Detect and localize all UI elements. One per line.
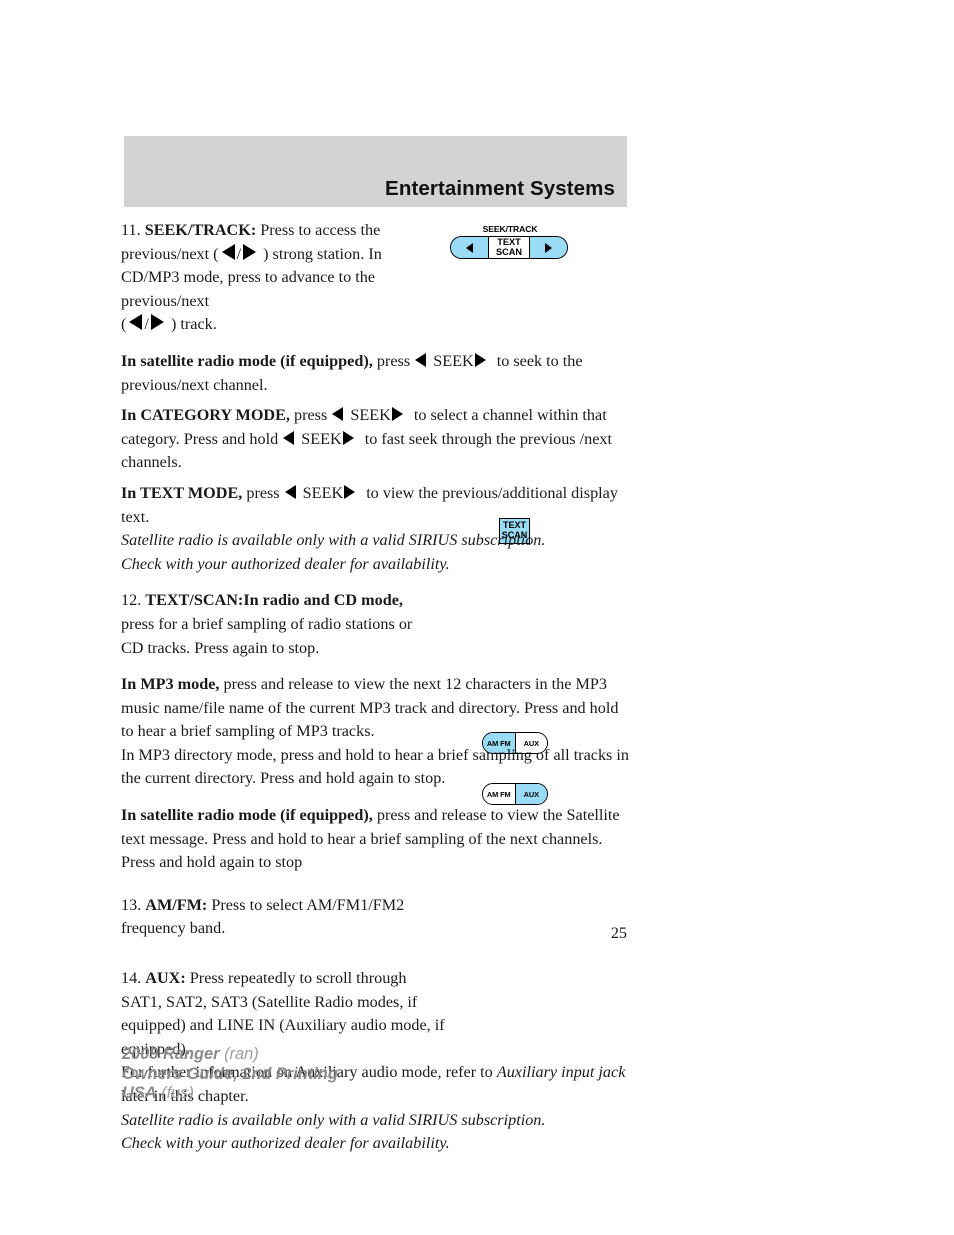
item-14-term: AUX: (145, 969, 186, 988)
item-14-number: 14. (121, 969, 142, 988)
triangle-right-icon (342, 430, 354, 445)
mp3-directory-paragraph: In MP3 directory mode, press and hold to… (121, 744, 633, 791)
category-mode-seek-2: SEEK (301, 429, 342, 448)
triangle-left-icon (221, 243, 235, 260)
satellite-seek-paragraph: In satellite radio mode (if equipped), p… (121, 350, 633, 397)
text-mode-seek: SEEK (302, 483, 344, 502)
item-12-term: TEXT/SCAN:In radio and CD mode, (145, 591, 403, 610)
satellite-note-1-line-1: Satellite radio is available only with a… (121, 531, 546, 550)
triangle-right-icon (474, 352, 486, 367)
item-12-text-1: press for a brief sampling of radio stat… (121, 614, 413, 657)
page-number: 25 (610, 924, 627, 942)
category-mode-text-1: press (289, 406, 332, 425)
item-12-number: 12. (121, 591, 142, 610)
item-11-text-3: ( (121, 315, 127, 334)
triangle-right-icon (243, 243, 257, 260)
triangle-right-icon (344, 484, 356, 499)
item-11-separator: / (236, 244, 242, 263)
satellite-note-1: Satellite radio is available only with a… (121, 529, 633, 576)
item-13-term: AM/FM: (145, 895, 208, 914)
triangle-right-icon (150, 314, 164, 331)
triangle-left-icon (415, 352, 427, 367)
category-mode-seek-1: SEEK (350, 406, 391, 425)
category-mode-paragraph: In CATEGORY MODE, press SEEK to select a… (121, 404, 633, 475)
satellite-note-1-line-2: Check with your authorized dealer for av… (121, 554, 450, 573)
text-mode-paragraph: In TEXT MODE, press SEEK to view the pre… (121, 482, 633, 529)
page-content: 11. SEEK/TRACK: Press to access the prev… (121, 219, 633, 1156)
mp3-directory-text: In MP3 directory mode, press and hold to… (121, 745, 629, 788)
triangle-left-icon (332, 407, 344, 422)
item-12-paragraph: 12. TEXT/SCAN:In radio and CD mode, pres… (121, 589, 421, 660)
item-13-number: 13. (121, 895, 142, 914)
footer-model: 2009 Ranger (122, 1045, 220, 1063)
satellite-text-paragraph: In satellite radio mode (if equipped), p… (121, 804, 633, 875)
satellite-note-2: Satellite radio is available only with a… (121, 1109, 633, 1156)
item-11-number: 11. (121, 221, 141, 239)
triangle-left-icon (283, 430, 295, 445)
item-14-italic-reference: Auxiliary input jack (496, 1063, 626, 1082)
document-footer: 2009 Ranger (ran) Owners Guide, 2nd Prin… (122, 1045, 338, 1104)
item-11-text-4: ) track. (166, 315, 217, 334)
footer-guide: Owners Guide, 2nd Printing (122, 1064, 338, 1083)
mp3-mode-lead: In MP3 mode, (121, 675, 220, 694)
satellite-text-lead: In satellite radio mode (if equipped), (121, 806, 373, 825)
triangle-right-icon (391, 407, 403, 422)
satellite-note-2-line-2: Check with your authorized dealer for av… (121, 1134, 450, 1153)
triangle-left-icon (129, 314, 143, 331)
footer-market: USA (122, 1084, 157, 1102)
text-mode-lead: In TEXT MODE, (121, 483, 243, 502)
item-11-paragraph: 11. SEEK/TRACK: Press to access the prev… (121, 219, 421, 337)
satellite-note-2-line-1: Satellite radio is available only with a… (121, 1110, 546, 1129)
page-header-band: Entertainment Systems (124, 136, 627, 207)
footer-model-code: (ran) (224, 1045, 259, 1063)
satellite-seek-text-1: press (372, 351, 415, 370)
mp3-mode-paragraph: In MP3 mode, press and release to view t… (121, 673, 633, 744)
item-11-separator-2: / (144, 315, 149, 334)
triangle-left-icon (284, 484, 296, 499)
text-mode-text-1: press (242, 483, 284, 502)
page-title: Entertainment Systems (385, 177, 615, 200)
footer-market-code: (fus) (161, 1084, 194, 1102)
category-mode-lead: In CATEGORY MODE, (121, 406, 290, 425)
item-11-term: SEEK/TRACK: (144, 221, 257, 239)
satellite-seek-label: SEEK (433, 351, 474, 370)
satellite-seek-lead: In satellite radio mode (if equipped), (121, 351, 373, 370)
